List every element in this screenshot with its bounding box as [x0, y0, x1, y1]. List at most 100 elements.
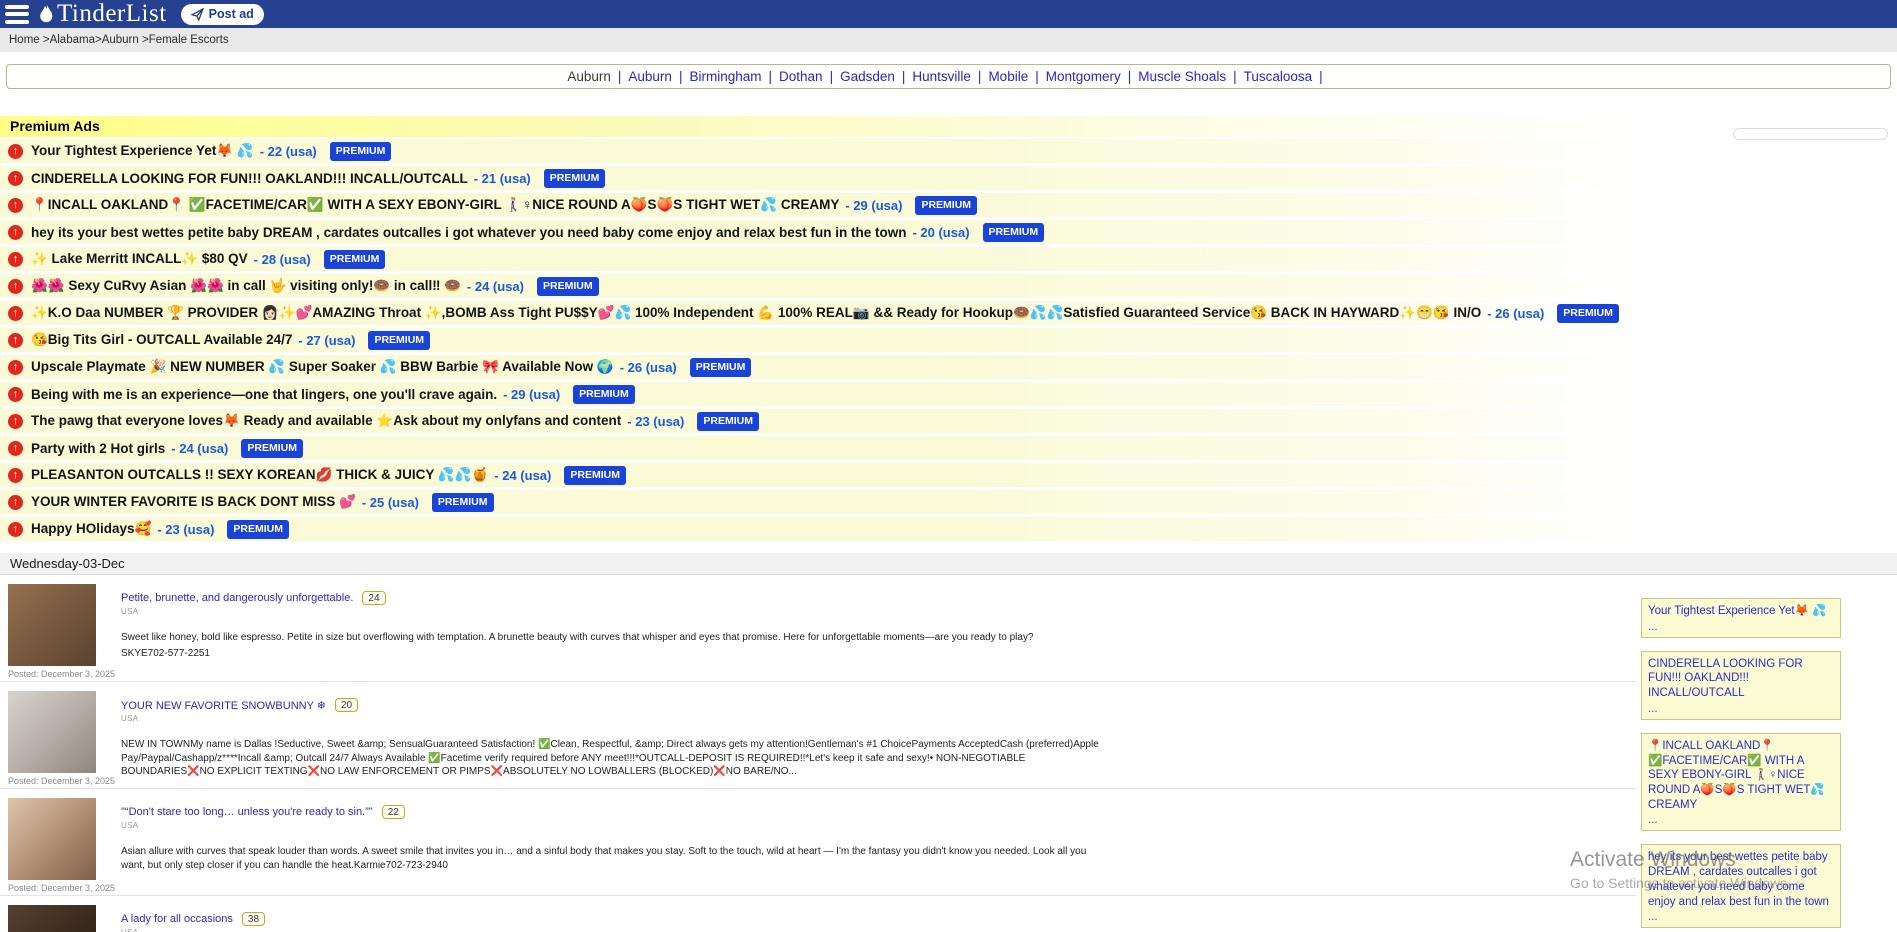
premium-ad-row[interactable]: CINDERELLA LOOKING FOR FUN!!! OAKLAND!!!…	[0, 166, 1640, 190]
city-separator: |	[1128, 69, 1132, 84]
listing-body: A lady for all occasions 38 USA	[108, 905, 265, 932]
sidebar-ad-card[interactable]: hey its your best wettes petite baby DRE…	[1641, 844, 1841, 928]
sidebar-ad-title[interactable]: Your Tightest Experience Yet🦊 💦	[1648, 604, 1834, 619]
city-link[interactable]: Muscle Shoals	[1138, 69, 1226, 84]
listing-photo[interactable]	[8, 584, 96, 666]
premium-ad-title[interactable]: ✨ Lake Merritt INCALL✨ $80 QV	[31, 251, 248, 267]
premium-ad-row[interactable]: Party with 2 Hot girls - 24 (usa) PREMIU…	[0, 436, 1640, 460]
premium-badge: PREMIUM	[697, 412, 759, 431]
city-link[interactable]: Montgomery	[1046, 69, 1121, 84]
city-link[interactable]: Mobile	[988, 69, 1028, 84]
premium-ad-title[interactable]: PLEASANTON OUTCALLS !! SEXY KOREAN💋 THIC…	[31, 467, 488, 483]
premium-ad-row[interactable]: ✨ Lake Merritt INCALL✨ $80 QV - 28 (usa)…	[0, 247, 1640, 271]
premium-ad-age-location: - 23 (usa)	[627, 414, 684, 429]
city-separator: |	[679, 69, 683, 84]
sidebar-ad-more[interactable]: ...	[1648, 621, 1834, 633]
premium-ad-title[interactable]: 📍INCALL OAKLAND📍 ✅FACETIME/CAR✅ WITH A S…	[31, 197, 839, 213]
premium-ad-title[interactable]: CINDERELLA LOOKING FOR FUN!!! OAKLAND!!!…	[31, 171, 468, 186]
premium-ad-age-location: - 24 (usa)	[494, 468, 551, 483]
premium-ad-title[interactable]: YOUR WINTER FAVORITE IS BACK DONT MISS 💕	[31, 494, 356, 510]
city-link[interactable]: Tuscaloosa	[1244, 69, 1313, 84]
premium-ad-title[interactable]: ✨K.O Daa NUMBER 🏆 PROVIDER 👩🏻✨💕AMAZING T…	[31, 305, 1481, 321]
listing-title-link[interactable]: Petite, brunette, and dangerously unforg…	[121, 592, 353, 604]
premium-ad-title[interactable]: 🌺🌺 Sexy CuRvy Asian 🌺🌺 in call 🤟 visitin…	[31, 278, 461, 294]
listing-description: Asian allure with curves that speak loud…	[121, 845, 1111, 872]
premium-ad-title[interactable]: 😘Big Tits Girl - OUTCALL Available 24/7	[31, 332, 292, 348]
premium-ad-row[interactable]: ✨K.O Daa NUMBER 🏆 PROVIDER 👩🏻✨💕AMAZING T…	[0, 301, 1640, 325]
sidebar-ad-title[interactable]: hey its your best wettes petite baby DRE…	[1648, 850, 1834, 909]
premium-ad-row[interactable]: Happy HOlidays🥰 - 23 (usa) PREMIUM	[0, 517, 1640, 541]
age-badge: 20	[335, 698, 358, 712]
premium-badge: PREMIUM	[690, 358, 752, 377]
premium-ad-title[interactable]: hey its your best wettes petite baby DRE…	[31, 225, 906, 240]
premium-badge: PREMIUM	[241, 439, 303, 458]
listing-title-link[interactable]: "“Don't stare too long… unless you're re…	[121, 806, 373, 818]
premium-badge: PREMIUM	[368, 331, 430, 350]
premium-ad-row[interactable]: Your Tightest Experience Yet🦊 💦 - 22 (us…	[0, 139, 1640, 163]
sidebar-ad-more[interactable]: ...	[1648, 814, 1834, 826]
city-link[interactable]: Auburn	[628, 69, 672, 84]
site-logo[interactable]: TinderList	[38, 0, 167, 28]
city-link[interactable]: Dothan	[779, 69, 823, 84]
city-separator: |	[618, 69, 622, 84]
up-arrow-icon	[8, 198, 23, 213]
premium-badge: PREMIUM	[564, 466, 626, 485]
sidebar-ad-more[interactable]: ...	[1648, 703, 1834, 715]
premium-ad-row[interactable]: PLEASANTON OUTCALLS !! SEXY KOREAN💋 THIC…	[0, 463, 1640, 487]
listing-body: "“Don't stare too long… unless you're re…	[108, 798, 1111, 893]
premium-ad-age-location: - 27 (usa)	[298, 333, 355, 348]
city-separator: |	[830, 69, 834, 84]
premium-ad-title[interactable]: Being with me is an experience—one that …	[31, 387, 497, 402]
sidebar-ad-card[interactable]: CINDERELLA LOOKING FOR FUN!!! OAKLAND!!!…	[1641, 651, 1841, 720]
listing-body: Petite, brunette, and dangerously unforg…	[108, 584, 1034, 679]
city-link[interactable]: Gadsden	[840, 69, 895, 84]
breadcrumb[interactable]: Home >Alabama>Auburn >Female Escorts	[0, 28, 1897, 52]
premium-badge: PREMIUM	[537, 277, 599, 296]
city-link[interactable]: Birmingham	[689, 69, 761, 84]
premium-badge: PREMIUM	[324, 250, 386, 269]
listing-photo[interactable]	[8, 798, 96, 880]
listing-photo[interactable]	[8, 691, 96, 773]
premium-ad-row[interactable]: YOUR WINTER FAVORITE IS BACK DONT MISS 💕…	[0, 490, 1640, 514]
listings-list: Posted: December 3, 2025 Petite, brunett…	[0, 575, 1636, 932]
sidebar-ad-more[interactable]: ...	[1648, 911, 1834, 923]
age-badge: 22	[382, 805, 405, 819]
premium-badge: PREMIUM	[1557, 304, 1619, 323]
sidebar-ad-title[interactable]: CINDERELLA LOOKING FOR FUN!!! OAKLAND!!!…	[1648, 657, 1834, 701]
floating-scrollbar[interactable]	[1733, 128, 1888, 140]
listing-photo-column: Posted: December 3, 2025	[8, 798, 108, 893]
premium-ad-title[interactable]: Happy HOlidays🥰	[31, 521, 151, 537]
listing-country: USA	[121, 607, 1034, 616]
sidebar-ad-title[interactable]: 📍INCALL OAKLAND📍 ✅FACETIME/CAR✅ WITH A S…	[1648, 739, 1834, 813]
sidebar-ad-card[interactable]: 📍INCALL OAKLAND📍 ✅FACETIME/CAR✅ WITH A S…	[1641, 733, 1841, 832]
listing-photo[interactable]	[8, 905, 96, 932]
premium-ad-title[interactable]: Your Tightest Experience Yet🦊 💦	[31, 143, 254, 159]
premium-badge: PREMIUM	[573, 385, 635, 404]
premium-ad-row[interactable]: Upscale Playmate 🎉 NEW NUMBER 💦 Super So…	[0, 355, 1640, 379]
premium-ad-title[interactable]: Party with 2 Hot girls	[31, 441, 165, 456]
premium-badge: PREMIUM	[915, 196, 977, 215]
premium-ad-row[interactable]: 📍INCALL OAKLAND📍 ✅FACETIME/CAR✅ WITH A S…	[0, 193, 1640, 217]
listing-description: Sweet like honey, bold like espresso. Pe…	[121, 631, 1034, 645]
up-arrow-icon	[8, 225, 23, 240]
premium-ad-row[interactable]: 😘Big Tits Girl - OUTCALL Available 24/7 …	[0, 328, 1640, 352]
up-arrow-icon	[8, 279, 23, 294]
premium-ad-title[interactable]: The pawg that everyone loves🦊 Ready and …	[31, 413, 621, 429]
up-arrow-icon	[8, 414, 23, 429]
sidebar-ad-card[interactable]: Your Tightest Experience Yet🦊 💦 ...	[1641, 598, 1841, 638]
city-separator: |	[1035, 69, 1039, 84]
sidebar-premium-ads: Your Tightest Experience Yet🦊 💦 ... CIND…	[1641, 598, 1841, 932]
up-arrow-icon	[8, 441, 23, 456]
menu-icon[interactable]	[5, 5, 29, 24]
premium-ad-row[interactable]: 🌺🌺 Sexy CuRvy Asian 🌺🌺 in call 🤟 visitin…	[0, 274, 1640, 298]
city-link[interactable]: Auburn	[567, 69, 611, 84]
premium-ad-age-location: - 26 (usa)	[1487, 306, 1544, 321]
post-ad-button[interactable]: Post ad	[181, 4, 264, 25]
listing-title-link[interactable]: A lady for all occasions	[121, 913, 233, 925]
premium-ad-row[interactable]: hey its your best wettes petite baby DRE…	[0, 220, 1640, 244]
city-link[interactable]: Huntsville	[912, 69, 971, 84]
premium-ad-row[interactable]: Being with me is an experience—one that …	[0, 382, 1640, 406]
premium-ad-title[interactable]: Upscale Playmate 🎉 NEW NUMBER 💦 Super So…	[31, 359, 614, 375]
premium-ad-row[interactable]: The pawg that everyone loves🦊 Ready and …	[0, 409, 1640, 433]
listing-title-link[interactable]: YOUR NEW FAVORITE SNOWBUNNY ❄	[121, 699, 326, 712]
